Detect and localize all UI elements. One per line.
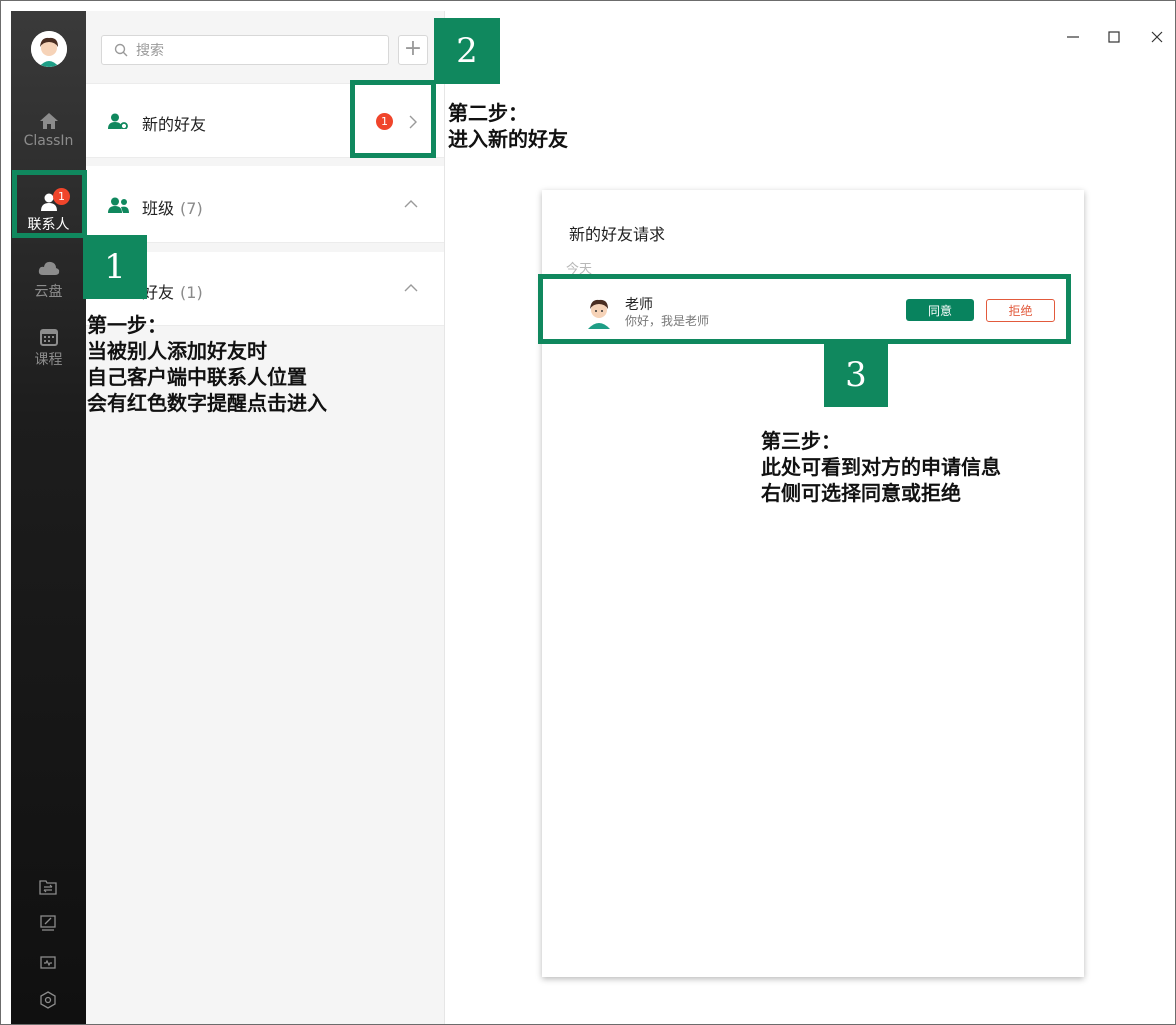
minimize-icon[interactable] [1063, 27, 1083, 47]
highlight-request-row [538, 274, 1071, 344]
search-input[interactable] [134, 40, 378, 62]
home-icon [11, 111, 86, 133]
step-number-3: 3 [824, 343, 888, 407]
add-contact-button[interactable]: + [398, 35, 428, 65]
classes-label-text: 班级 [142, 199, 175, 218]
new-friends-label: 新的好友 [142, 115, 207, 134]
rail-item-courses[interactable]: 课程 [11, 327, 86, 369]
search-icon [114, 43, 128, 57]
maximize-icon[interactable] [1104, 27, 1124, 47]
classes-count: (7) [180, 199, 203, 218]
contacts-pane: + 新的好友 1 班级 (7) 好友(1) [86, 11, 445, 1024]
rail-item-classin[interactable]: ClassIn [11, 111, 86, 149]
rail-item-label: ClassIn [23, 133, 74, 149]
friends-label: 好友 (1) [142, 279, 203, 303]
chevron-up-icon[interactable] [404, 283, 418, 293]
app-window: ClassIn 联系人 1 云盘 课程 搜索 + 新的好友 1 班级 (7) 好… [0, 0, 1176, 1025]
step1-note: 第一步： 当被别人添加好友时 自己客户端中联系人位置 会有红色数字提醒点击进入 [87, 313, 327, 415]
user-avatar[interactable] [31, 31, 67, 67]
rail-item-label: 课程 [34, 352, 63, 368]
step-number-1: 1 [83, 235, 147, 299]
new-friend-icon [108, 113, 128, 129]
dialog-title: 新的好友请求 [569, 225, 666, 244]
step-number-2: 2 [434, 18, 500, 84]
step3-note: 第三步： 此处可看到对方的申请信息 右侧可选择同意或拒绝 [761, 429, 1001, 505]
highlight-contacts [12, 170, 87, 238]
whiteboard-icon[interactable] [39, 914, 57, 932]
rail-item-cloud[interactable]: 云盘 [11, 259, 86, 301]
close-icon[interactable] [1147, 27, 1167, 47]
classes-group-header[interactable]: 班级 (7) [86, 166, 444, 243]
calendar-icon [11, 327, 86, 349]
search-box [101, 35, 389, 65]
highlight-new-friends [350, 80, 436, 158]
monitor-icon[interactable] [39, 954, 57, 972]
step2-note: 第二步： 进入新的好友 [448, 101, 568, 151]
cloud-icon [11, 259, 86, 281]
rail-item-label: 云盘 [34, 284, 63, 300]
friends-count: (1) [180, 283, 203, 302]
transfer-folder-icon[interactable] [39, 878, 57, 896]
settings-icon[interactable] [39, 991, 57, 1009]
chevron-up-icon[interactable] [404, 199, 418, 209]
group-icon [108, 197, 129, 213]
classes-label: 班级 (7) [142, 195, 203, 219]
nav-rail: ClassIn 联系人 1 云盘 课程 [11, 11, 86, 1024]
